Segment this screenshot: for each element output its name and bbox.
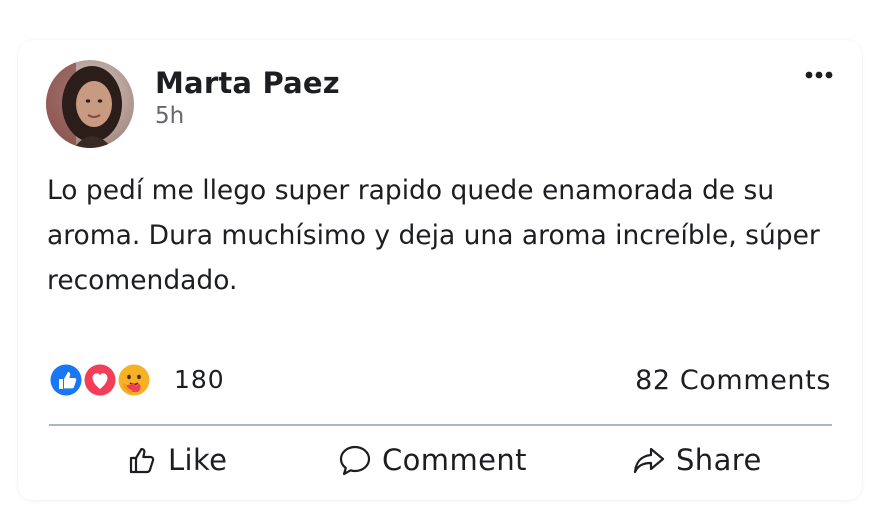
- care-reaction-icon: [117, 363, 151, 397]
- author-avatar[interactable]: [46, 60, 134, 148]
- actions-divider: [49, 424, 832, 426]
- comment-button[interactable]: Comment: [338, 438, 527, 482]
- post-timestamp[interactable]: 5h: [155, 103, 184, 129]
- post-card: Marta Paez 5h Lo pedí me llego super rap…: [18, 40, 862, 500]
- comments-count-link[interactable]: 82 Comments: [635, 365, 831, 396]
- thumbs-up-icon: [129, 447, 155, 474]
- comment-label: Comment: [382, 443, 527, 477]
- share-arrow-icon: [633, 447, 665, 474]
- like-label: Like: [168, 443, 228, 477]
- reactions-summary[interactable]: [48, 360, 158, 400]
- reaction-count[interactable]: 180: [174, 365, 225, 394]
- more-horizontal-icon: [805, 71, 833, 79]
- author-name[interactable]: Marta Paez: [155, 66, 340, 100]
- avatar-photo: [46, 60, 134, 148]
- like-reaction-icon: [49, 363, 83, 397]
- post-body-text: Lo pedí me llego super rapido quede enam…: [47, 175, 820, 296]
- comment-bubble-icon: [339, 445, 371, 476]
- love-reaction-icon: [83, 363, 117, 397]
- like-button[interactable]: Like: [128, 438, 227, 482]
- share-label: Share: [676, 443, 762, 477]
- more-options-button[interactable]: [802, 64, 836, 86]
- share-button[interactable]: Share: [632, 438, 762, 482]
- reaction-icons-group: [48, 360, 158, 400]
